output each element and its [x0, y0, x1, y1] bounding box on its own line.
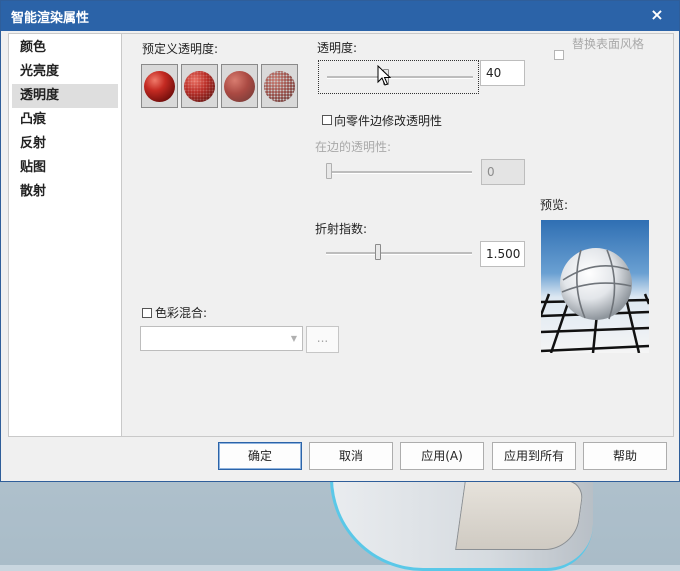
color-blend-label: 色彩混合:	[155, 306, 208, 320]
apply-button[interactable]: 应用(A)	[400, 442, 484, 470]
refraction-label: 折射指数:	[315, 222, 368, 236]
preset-opaque[interactable]	[141, 64, 178, 108]
replace-surface-style-label: 替换表面风格	[572, 37, 645, 51]
color-blend-checkbox[interactable]	[142, 308, 152, 318]
presets-label: 预定义透明度:	[142, 42, 219, 56]
smart-render-properties-dialog: 智能渲染属性 × 颜色 光亮度 透明度 凸痕 反射 贴图 散射 预定义透明度:	[0, 0, 680, 482]
help-button[interactable]: 帮助	[583, 442, 667, 470]
preset-semi[interactable]	[221, 64, 258, 108]
nav-item-color[interactable]: 颜色	[12, 36, 118, 60]
dialog-titlebar: 智能渲染属性 ×	[1, 1, 679, 31]
transparency-value-field[interactable]: 40	[480, 60, 525, 86]
dialog-title: 智能渲染属性	[11, 10, 90, 26]
edge-transparency-slider-track	[326, 171, 472, 174]
mesh-sphere-icon	[264, 70, 295, 102]
transparency-label: 透明度:	[317, 41, 358, 55]
preset-dotted[interactable]	[181, 64, 218, 108]
edge-transparency-value-field[interactable]: 0	[481, 159, 525, 185]
nav-item-gloss[interactable]: 光亮度	[12, 60, 118, 84]
chevron-down-icon[interactable]: ▼	[286, 327, 302, 350]
refraction-slider-track	[326, 252, 472, 255]
nav-item-reflection[interactable]: 反射	[12, 132, 118, 156]
preview-sphere-scene	[541, 248, 649, 353]
preset-mesh[interactable]	[261, 64, 298, 108]
edge-transparency-slider-thumb[interactable]	[326, 163, 332, 179]
edge-transparency-label: 在边的透明性:	[315, 140, 392, 154]
preview-image	[541, 220, 649, 353]
edge-modify-checkbox[interactable]	[322, 115, 332, 125]
nav-item-texture[interactable]: 贴图	[12, 156, 118, 180]
background-3d-part-edge	[455, 480, 585, 550]
property-nav: 颜色 光亮度 透明度 凸痕 反射 贴图 散射	[8, 33, 122, 437]
transparency-slider-track	[327, 76, 473, 79]
refraction-slider-thumb[interactable]	[375, 244, 381, 260]
semi-transparent-sphere-icon	[224, 70, 255, 102]
nav-item-scatter[interactable]: 散射	[12, 180, 118, 204]
nav-item-bump[interactable]: 凸痕	[12, 108, 118, 132]
preview-label: 预览:	[540, 198, 569, 212]
refraction-value-field[interactable]: 1.500	[480, 241, 525, 267]
nav-item-transparency[interactable]: 透明度	[12, 84, 118, 108]
cancel-button[interactable]: 取消	[309, 442, 393, 470]
mouse-cursor-icon	[377, 65, 391, 86]
color-blend-selected	[141, 331, 145, 345]
ok-button[interactable]: 确定	[218, 442, 302, 470]
close-icon[interactable]: ×	[649, 7, 665, 23]
dotted-sphere-icon	[184, 70, 215, 102]
color-blend-more-button[interactable]: ...	[306, 326, 339, 353]
color-blend-select[interactable]: ▼	[140, 326, 303, 351]
replace-surface-style-checkbox[interactable]	[554, 50, 564, 60]
preset-list	[141, 64, 298, 108]
opaque-sphere-icon	[144, 70, 175, 102]
transparency-slider[interactable]	[318, 60, 479, 94]
transparency-panel: 预定义透明度: 透明度: 40 替换表面风格 向零件边修改透明性 在边的透明性:…	[122, 33, 674, 437]
edge-modify-label: 向零件边修改透明性	[334, 114, 443, 128]
apply-to-all-button[interactable]: 应用到所有	[492, 442, 576, 470]
